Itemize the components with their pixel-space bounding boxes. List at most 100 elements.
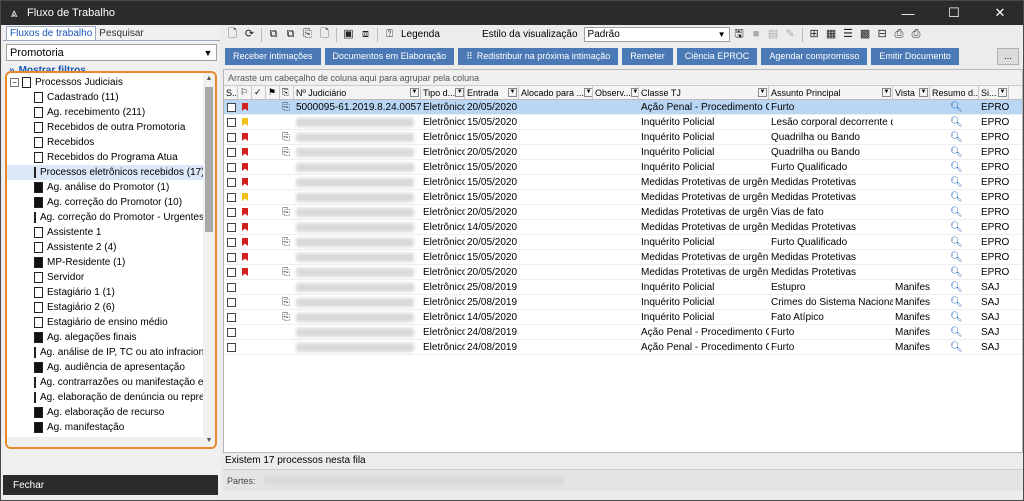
column-header[interactable]: S... (224, 86, 238, 99)
view-style-select[interactable]: Padrão ▼ (583, 27, 730, 42)
magnifier-icon[interactable]: 🔍︎ (950, 342, 963, 353)
table-row[interactable]: ⎘ 5000095-61.2019.8.24.0057 Eletrônico 20/0… (224, 100, 1022, 115)
table-row[interactable]: Eletrônico 24/08/2019 Ação Penal - Procedi… (224, 325, 1022, 340)
column-filter-icon[interactable]: ▼ (919, 88, 928, 97)
row-checkbox[interactable] (227, 237, 236, 247)
table-row[interactable]: ⎘ Eletrônico 25/08/2019 Inquérito Policial C… (224, 295, 1022, 310)
copy-icon[interactable]: ⧉ (266, 27, 281, 42)
tree-item[interactable]: Servidor (7, 270, 203, 285)
save-icon[interactable]: 🖫 (732, 27, 747, 42)
scroll-down-icon[interactable]: ▼ (203, 435, 215, 447)
action-button[interactable]: ⠿ Redistribuir na próxima intimação (458, 47, 619, 65)
tree-root[interactable]: − Processos Judiciais (7, 75, 203, 90)
column-header[interactable]: ⚐ (238, 86, 252, 99)
magnifier-icon[interactable]: 🔍︎ (950, 282, 963, 293)
column-header[interactable]: Classe TJ ▼ (639, 86, 769, 99)
row-checkbox[interactable] (227, 162, 236, 172)
magnifier-icon[interactable]: 🔍︎ (950, 252, 963, 263)
magnifier-icon[interactable]: 🔍︎ (950, 297, 963, 308)
magnifier-icon[interactable]: 🔍︎ (950, 237, 963, 248)
table-row[interactable]: Eletrônico 25/08/2019 Inquérito Policial Es… (224, 280, 1022, 295)
table-row[interactable]: Eletrônico 15/05/2020 Inquérito Policial Fu… (224, 160, 1022, 175)
column-header[interactable]: Nº Judiciário ▼ (294, 86, 421, 99)
table-row[interactable]: Eletrônico 24/08/2019 Ação Penal - Procedi… (224, 340, 1022, 355)
table-row[interactable]: ⎘ Eletrônico 20/05/2020 Medidas Protetivas … (224, 265, 1022, 280)
column-header[interactable]: Tipo d... ▼ (421, 86, 465, 99)
tree-item[interactable]: Estagiário de ensino médio (7, 315, 203, 330)
legend-icon[interactable]: ⍰ (382, 27, 397, 42)
row-checkbox[interactable] (227, 207, 236, 217)
column-filter-icon[interactable]: ▼ (630, 88, 638, 97)
table-row[interactable]: ⎘ Eletrônico 15/05/2020 Inquérito Policial Q… (224, 130, 1022, 145)
row-checkbox[interactable] (227, 297, 236, 307)
row-checkbox[interactable] (227, 147, 236, 157)
tree-item[interactable]: Cadastrado (11) (7, 90, 203, 105)
tree-item[interactable]: Ag. correção do Promotor (10) (7, 195, 203, 210)
row-checkbox[interactable] (227, 312, 236, 322)
table-row[interactable]: ⎘ Eletrônico 20/05/2020 Inquérito Policial Q… (224, 145, 1022, 160)
column-header[interactable]: ⎘ (280, 86, 294, 99)
print-icon[interactable]: ⎙ (892, 27, 907, 42)
row-checkbox[interactable] (227, 267, 236, 277)
duplicate-icon[interactable]: ⧉ (283, 27, 298, 42)
table-row[interactable]: ⎘ Eletrônico 20/05/2020 Medidas Protetivas … (224, 205, 1022, 220)
tree-item[interactable]: Assistente 1 (7, 225, 203, 240)
scroll-thumb[interactable] (205, 87, 213, 232)
row-checkbox[interactable] (227, 282, 236, 292)
action-button[interactable]: Documentos em Elaboração (324, 47, 455, 65)
column-header[interactable]: ✓ (252, 86, 266, 99)
magnifier-icon[interactable]: 🔍︎ (950, 312, 963, 323)
tree-icon[interactable]: ⊟ (875, 27, 890, 42)
magnifier-icon[interactable]: 🔍︎ (950, 207, 963, 218)
tree-item[interactable]: Ag. contrarrazões ou manifestação em (7, 375, 203, 390)
tree-item[interactable]: Ag. elaboração de recurso (7, 405, 203, 420)
action-button[interactable]: Remeter (622, 47, 673, 65)
action-button[interactable]: Ciência EPROC (676, 47, 758, 65)
table-row[interactable]: Eletrônico 15/05/2020 Medidas Protetivas d… (224, 250, 1022, 265)
table-row[interactable]: Eletrônico 15/05/2020 Medidas Protetivas d… (224, 175, 1022, 190)
column-filter-icon[interactable]: ▼ (998, 88, 1007, 97)
tree-item[interactable]: Ag. recebimento (211) (7, 105, 203, 120)
merge-icon[interactable]: ⧈ (358, 27, 373, 42)
tree-item[interactable]: Estagiário 1 (1) (7, 285, 203, 300)
magnifier-icon[interactable]: 🔍︎ (950, 102, 963, 113)
tree-item[interactable]: Ag. análise do Promotor (1) (7, 180, 203, 195)
tree-item[interactable]: Assistente 2 (4) (7, 240, 203, 255)
document-icon[interactable]: 🗋 (317, 27, 332, 42)
tree-item[interactable]: Estagiário 2 (6) (7, 300, 203, 315)
table-row[interactable]: Eletrônico 15/05/2020 Medidas Protetivas d… (224, 190, 1022, 205)
action-button[interactable]: Emitir Documento (871, 47, 959, 65)
maximize-button[interactable]: ☐ (931, 1, 977, 25)
tree-item[interactable]: Ag. correção do Promotor - Urgentes (7, 210, 203, 225)
row-checkbox[interactable] (227, 102, 236, 112)
magnifier-icon[interactable]: 🔍︎ (950, 132, 963, 143)
column-filter-icon[interactable]: ▼ (758, 88, 767, 97)
minimize-button[interactable]: — (885, 1, 931, 25)
tree-item[interactable]: Recebidos (7, 135, 203, 150)
column-header[interactable]: ⚑ (266, 86, 280, 99)
column-header[interactable]: Observ... ▼ (593, 86, 639, 99)
tree-vertical-scrollbar[interactable]: ▲ ▼ (203, 73, 215, 447)
tree-item[interactable]: Ag. análise de IP, TC ou ato infracional (7, 345, 203, 360)
group-by-area[interactable]: Arraste um cabeçalho de coluna aqui para… (224, 70, 1022, 86)
attach-icon[interactable]: ⎘ (300, 27, 315, 42)
column-filter-icon[interactable]: ▼ (455, 88, 464, 97)
row-checkbox[interactable] (227, 327, 236, 337)
close-panel-button[interactable]: Fechar (3, 475, 218, 495)
row-checkbox[interactable] (227, 117, 236, 127)
promotoria-select[interactable]: Promotoria ▼ (6, 44, 217, 61)
table-row[interactable]: ⎘ Eletrônico 14/05/2020 Inquérito Policial F… (224, 310, 1022, 325)
row-checkbox[interactable] (227, 132, 236, 142)
tree-item[interactable]: Ag. manifestação (7, 420, 203, 435)
column-filter-icon[interactable]: ▼ (410, 88, 419, 97)
tree-item[interactable]: Ag. alegações finais (7, 330, 203, 345)
legend-label[interactable]: Legenda (401, 29, 440, 40)
row-checkbox[interactable] (227, 177, 236, 187)
row-checkbox[interactable] (227, 192, 236, 202)
more-actions-button[interactable]: ... (997, 47, 1019, 65)
tree-item[interactable]: MP-Residente (1) (7, 255, 203, 270)
table-row[interactable]: Eletrônico 14/05/2020 Medidas Protetivas d… (224, 220, 1022, 235)
row-checkbox[interactable] (227, 222, 236, 232)
column-filter-icon[interactable]: ▼ (508, 88, 517, 97)
column-header[interactable]: Si... ▼ (979, 86, 1009, 99)
